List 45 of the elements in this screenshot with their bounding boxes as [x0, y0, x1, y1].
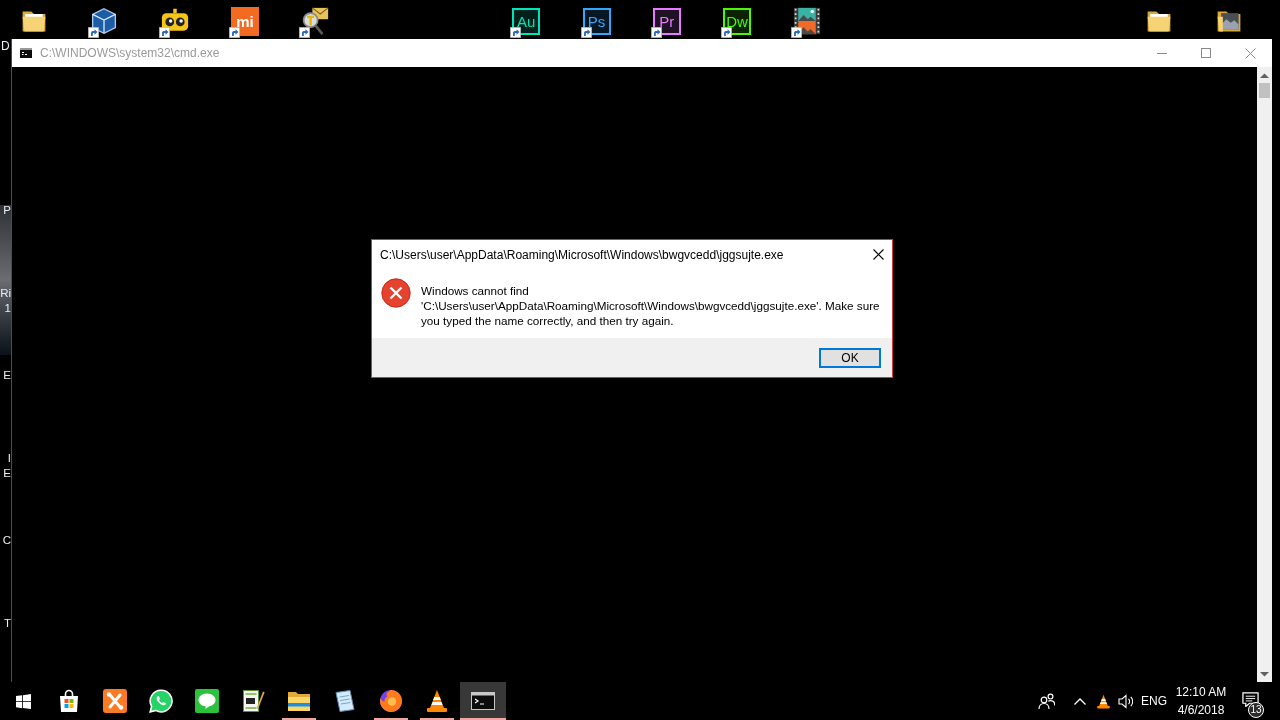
notification-icon	[1241, 691, 1259, 707]
desktop-icon-label: 1	[4, 300, 11, 316]
clock-button[interactable]: 12:10 AM 4/6/2018	[1172, 682, 1230, 720]
taskbar-button[interactable]	[460, 682, 506, 720]
maximize-icon	[1201, 48, 1211, 58]
desktop-icon-label: E	[3, 465, 11, 481]
desktop-icon-label: T	[3, 615, 11, 631]
window-title: C:\WINDOWS\system32\cmd.exe	[40, 45, 220, 62]
notification-button[interactable]: 13	[1230, 682, 1270, 720]
close-icon	[1244, 47, 1256, 59]
cross-tile-icon	[103, 689, 127, 713]
scroll-down-arrow-icon[interactable]	[1260, 671, 1269, 677]
traffic-cone-icon	[425, 689, 449, 713]
error-message: Windows cannot find 'C:\Users\user\AppData\Roaming\Microsoft\Windows\bwgvcedd\jggsujte.exe'. Make sure you typed the name correctly, and then try again.	[421, 283, 881, 328]
notepad-pencil-icon	[241, 689, 265, 713]
ok-button[interactable]: OK	[819, 348, 881, 368]
desktop-icon-label: C	[2, 533, 11, 549]
dialog-title: C:\Users\user\AppData\Roaming\Microsoft\Windows\bwgvcedd\jggsujte.exe	[380, 246, 784, 264]
shopping-bag-icon	[57, 689, 81, 713]
desktop-icon-label: Ri	[0, 285, 11, 301]
desktop-icon-label: P	[3, 203, 11, 218]
globe-icon	[379, 689, 403, 713]
phone-bubble-icon	[149, 689, 173, 713]
traffic-cone-icon	[1095, 693, 1111, 709]
desktop-icon-label: I	[7, 450, 11, 466]
speech-bubble-tile-icon	[195, 689, 219, 713]
chevron-up-icon	[1074, 697, 1086, 705]
terminal-icon	[471, 689, 495, 713]
scrollbar-thumb[interactable]	[1259, 83, 1270, 98]
desktop-icon-label: D	[0, 39, 10, 54]
scrollbar[interactable]	[1257, 67, 1272, 682]
notepad-icon	[333, 689, 357, 713]
error-icon	[381, 278, 411, 308]
windows-logo-icon	[15, 693, 31, 709]
notification-count: 13	[1248, 702, 1264, 718]
minimize-icon	[1157, 52, 1167, 54]
people-icon	[1037, 693, 1055, 709]
desktop-icon-label: E	[3, 368, 11, 384]
folder-icon	[287, 689, 311, 713]
speaker-icon	[1117, 693, 1133, 709]
scroll-up-arrow-icon[interactable]	[1260, 72, 1269, 78]
film-strip-icon[interactable]	[793, 7, 822, 35]
close-icon	[872, 249, 884, 260]
terminal-icon	[20, 48, 32, 58]
language-button[interactable]: ENG	[1136, 682, 1172, 720]
